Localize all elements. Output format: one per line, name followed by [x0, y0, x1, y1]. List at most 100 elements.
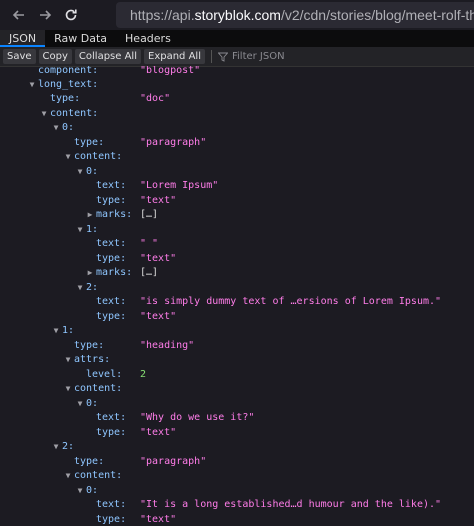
json-row[interactable]: ▼ 0:	[0, 484, 474, 498]
json-value: "is simply dummy text of …ersions of Lor…	[140, 296, 442, 307]
json-key: 0:	[86, 166, 99, 177]
json-row[interactable]: ▼ 0:	[0, 165, 474, 179]
expand-all-button[interactable]: Expand All	[144, 49, 205, 64]
json-row[interactable]: ▼ 2:	[0, 440, 474, 454]
copy-button[interactable]: Copy	[38, 49, 72, 64]
url-bar[interactable]: https://api. storyblok.com/v2/cdn/stories…	[116, 2, 474, 28]
json-row[interactable]: ▼ content:	[0, 382, 474, 396]
json-row: type: "paragraph"	[0, 136, 474, 150]
reload-icon	[65, 9, 77, 21]
filter-placeholder: Filter JSON	[231, 51, 285, 62]
expand-toggle-icon[interactable]: ▼	[27, 78, 37, 92]
expand-toggle-icon[interactable]: ▼	[75, 397, 85, 411]
toolbar-divider	[210, 50, 212, 63]
json-key: content:	[74, 383, 123, 394]
json-row: type: "text"	[0, 426, 474, 440]
json-value: "doc"	[140, 93, 171, 104]
json-key: type:	[74, 137, 105, 148]
json-value: "text"	[140, 311, 177, 322]
json-key: component:	[38, 66, 99, 76]
json-value: "text"	[140, 514, 177, 525]
json-row: type: "doc"	[0, 92, 474, 106]
viewer-tabs: JSON Raw Data Headers	[0, 30, 474, 47]
json-key: content:	[50, 108, 99, 119]
json-key: attrs:	[74, 354, 111, 365]
tab-headers[interactable]: Headers	[116, 30, 180, 47]
json-toolbar: Save Copy Collapse All Expand All Filter…	[0, 47, 474, 67]
json-row: type: "heading"	[0, 339, 474, 353]
json-row[interactable]: ▼ 1:	[0, 324, 474, 338]
expand-toggle-icon[interactable]: ▼	[51, 324, 61, 338]
json-key: marks:	[96, 267, 133, 278]
expand-toggle-icon[interactable]: ▼	[63, 150, 73, 164]
expand-toggle-icon[interactable]: ▼	[63, 353, 73, 367]
json-value: "Lorem Ipsum"	[140, 180, 219, 191]
back-button[interactable]	[8, 4, 30, 26]
expand-toggle-icon[interactable]: ▼	[51, 121, 61, 135]
json-key: type:	[96, 427, 127, 438]
tab-json[interactable]: JSON	[0, 30, 46, 47]
expand-toggle-icon[interactable]: ▼	[75, 223, 85, 237]
json-row[interactable]: ▼ 2:	[0, 281, 474, 295]
json-value: "text"	[140, 195, 177, 206]
filter-json-input[interactable]: Filter JSON	[217, 51, 285, 62]
json-key: type:	[96, 195, 127, 206]
json-key: 2:	[62, 441, 75, 452]
json-row[interactable]: ▼ 1:	[0, 223, 474, 237]
json-row: type: "text"	[0, 252, 474, 266]
json-row: level: 2	[0, 368, 474, 382]
json-row[interactable]: ▶ marks: […]	[0, 266, 474, 280]
arrow-left-icon	[12, 10, 24, 20]
json-row: text: "It is a long established…d humour…	[0, 498, 474, 512]
json-row[interactable]: ▼ content:	[0, 107, 474, 121]
expand-toggle-icon[interactable]: ▶	[85, 266, 95, 280]
json-key: type:	[96, 514, 127, 525]
collapse-all-button[interactable]: Collapse All	[74, 49, 141, 64]
json-key: type:	[74, 456, 105, 467]
json-row[interactable]: ▼ 0:	[0, 121, 474, 135]
json-row[interactable]: ▶ marks: […]	[0, 208, 474, 222]
expand-toggle-icon[interactable]: ▼	[75, 165, 85, 179]
json-row: type: "text"	[0, 310, 474, 324]
json-key: text:	[96, 180, 127, 191]
url-path: /v2/cdn/stories/blog/meet-rolf-the-no-co…	[280, 7, 474, 23]
json-key: 0:	[86, 398, 99, 409]
json-row: text: " "	[0, 237, 474, 251]
json-key: type:	[50, 93, 81, 104]
json-value: 2	[140, 369, 147, 380]
expand-toggle-icon[interactable]: ▼	[39, 107, 49, 121]
json-key: 0:	[86, 485, 99, 496]
json-row[interactable]: ▼ long_text:	[0, 78, 474, 92]
json-row[interactable]: ▼ 0:	[0, 397, 474, 411]
json-key: marks:	[96, 209, 133, 220]
json-row[interactable]: ▼ content:	[0, 469, 474, 483]
arrow-right-icon	[40, 10, 52, 20]
expand-toggle-icon[interactable]: ▼	[63, 469, 73, 483]
tab-raw-data[interactable]: Raw Data	[45, 30, 116, 47]
expand-toggle-icon[interactable]: ▼	[63, 382, 73, 396]
json-row[interactable]: ▼ attrs:	[0, 353, 474, 367]
expand-toggle-icon[interactable]: ▶	[85, 208, 95, 222]
json-row: type: "text"	[0, 194, 474, 208]
json-key: type:	[74, 340, 105, 351]
filter-icon	[217, 52, 228, 62]
json-key: type:	[96, 253, 127, 264]
expand-toggle-icon[interactable]: ▼	[51, 440, 61, 454]
json-value: "heading"	[140, 340, 195, 351]
save-button[interactable]: Save	[3, 49, 36, 64]
json-key: 1:	[62, 325, 75, 336]
json-value: "text"	[140, 427, 177, 438]
forward-button[interactable]	[34, 4, 56, 26]
json-key: text:	[96, 296, 127, 307]
reload-button[interactable]	[60, 4, 82, 26]
json-row: component: "blogpost"	[0, 66, 474, 78]
json-value: "text"	[140, 253, 177, 264]
json-row: type: "paragraph"	[0, 455, 474, 469]
json-key: type:	[96, 311, 127, 322]
json-value: "paragraph"	[140, 137, 207, 148]
expand-toggle-icon[interactable]: ▼	[75, 281, 85, 295]
json-key: 1:	[86, 224, 99, 235]
expand-toggle-icon[interactable]: ▼	[75, 484, 85, 498]
json-value: […]	[140, 267, 159, 278]
json-row[interactable]: ▼ content:	[0, 150, 474, 164]
